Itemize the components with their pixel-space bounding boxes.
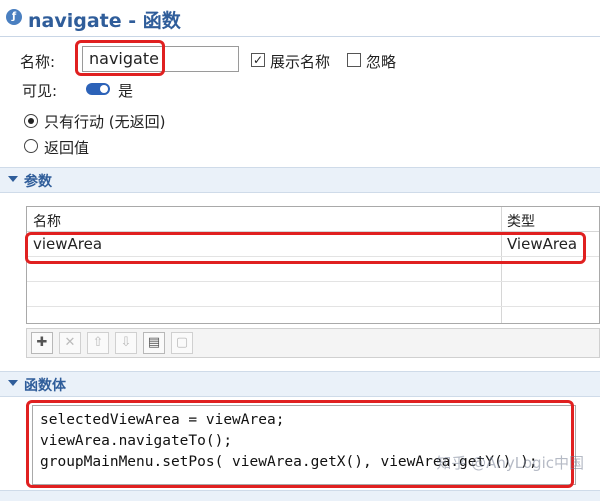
collapse-arrow-icon <box>8 380 18 386</box>
body-section-title: 函数体 <box>24 378 66 394</box>
visible-label: 可见: <box>22 82 58 100</box>
collapse-arrow-icon <box>8 176 18 182</box>
name-input-highlight <box>75 40 165 76</box>
ignore-label: 忽略 <box>366 53 397 71</box>
delete-icon[interactable]: ✕ <box>59 332 81 354</box>
paste-icon[interactable]: ▤ <box>143 332 165 354</box>
param-row-highlight <box>25 232 586 264</box>
params-section-title: 参数 <box>24 174 52 190</box>
params-section-header[interactable]: 参数 <box>0 167 600 193</box>
code-highlight <box>26 400 574 488</box>
return-value-radio[interactable] <box>24 139 38 153</box>
return-value-label: 返回值 <box>44 139 90 157</box>
params-table: 名称 类型 viewArea ViewArea <box>26 206 600 324</box>
action-only-radio[interactable] <box>24 114 38 128</box>
show-name-checkbox[interactable]: ✓ <box>251 53 265 67</box>
visible-value: 是 <box>118 82 134 100</box>
watermark: 知乎 @AnyLogic中国 <box>436 454 584 472</box>
add-icon[interactable]: ✚ <box>31 332 53 354</box>
name-label: 名称: <box>20 53 56 71</box>
body-section-header[interactable]: 函数体 <box>0 371 600 397</box>
copy-icon[interactable]: ▢ <box>171 332 193 354</box>
ignore-checkbox[interactable] <box>347 53 361 67</box>
visible-toggle[interactable] <box>86 83 110 95</box>
next-section-header[interactable] <box>0 490 600 501</box>
show-name-label: 展示名称 <box>270 53 331 71</box>
page-title: navigate - 函数 <box>28 10 181 32</box>
column-header-name[interactable]: 名称 <box>33 211 61 231</box>
params-table-header: 名称 类型 <box>27 207 599 232</box>
action-only-label: 只有行动 (无返回) <box>44 113 166 131</box>
move-up-icon[interactable]: ⇧ <box>87 332 109 354</box>
function-icon: ƒ <box>6 9 22 25</box>
column-header-type[interactable]: 类型 <box>507 211 535 231</box>
params-toolbar: ✚ ✕ ⇧ ⇩ ▤ ▢ <box>26 328 600 358</box>
editor-title-bar: ƒ navigate - 函数 <box>0 0 600 37</box>
table-row-empty[interactable] <box>27 282 599 307</box>
move-down-icon[interactable]: ⇩ <box>115 332 137 354</box>
